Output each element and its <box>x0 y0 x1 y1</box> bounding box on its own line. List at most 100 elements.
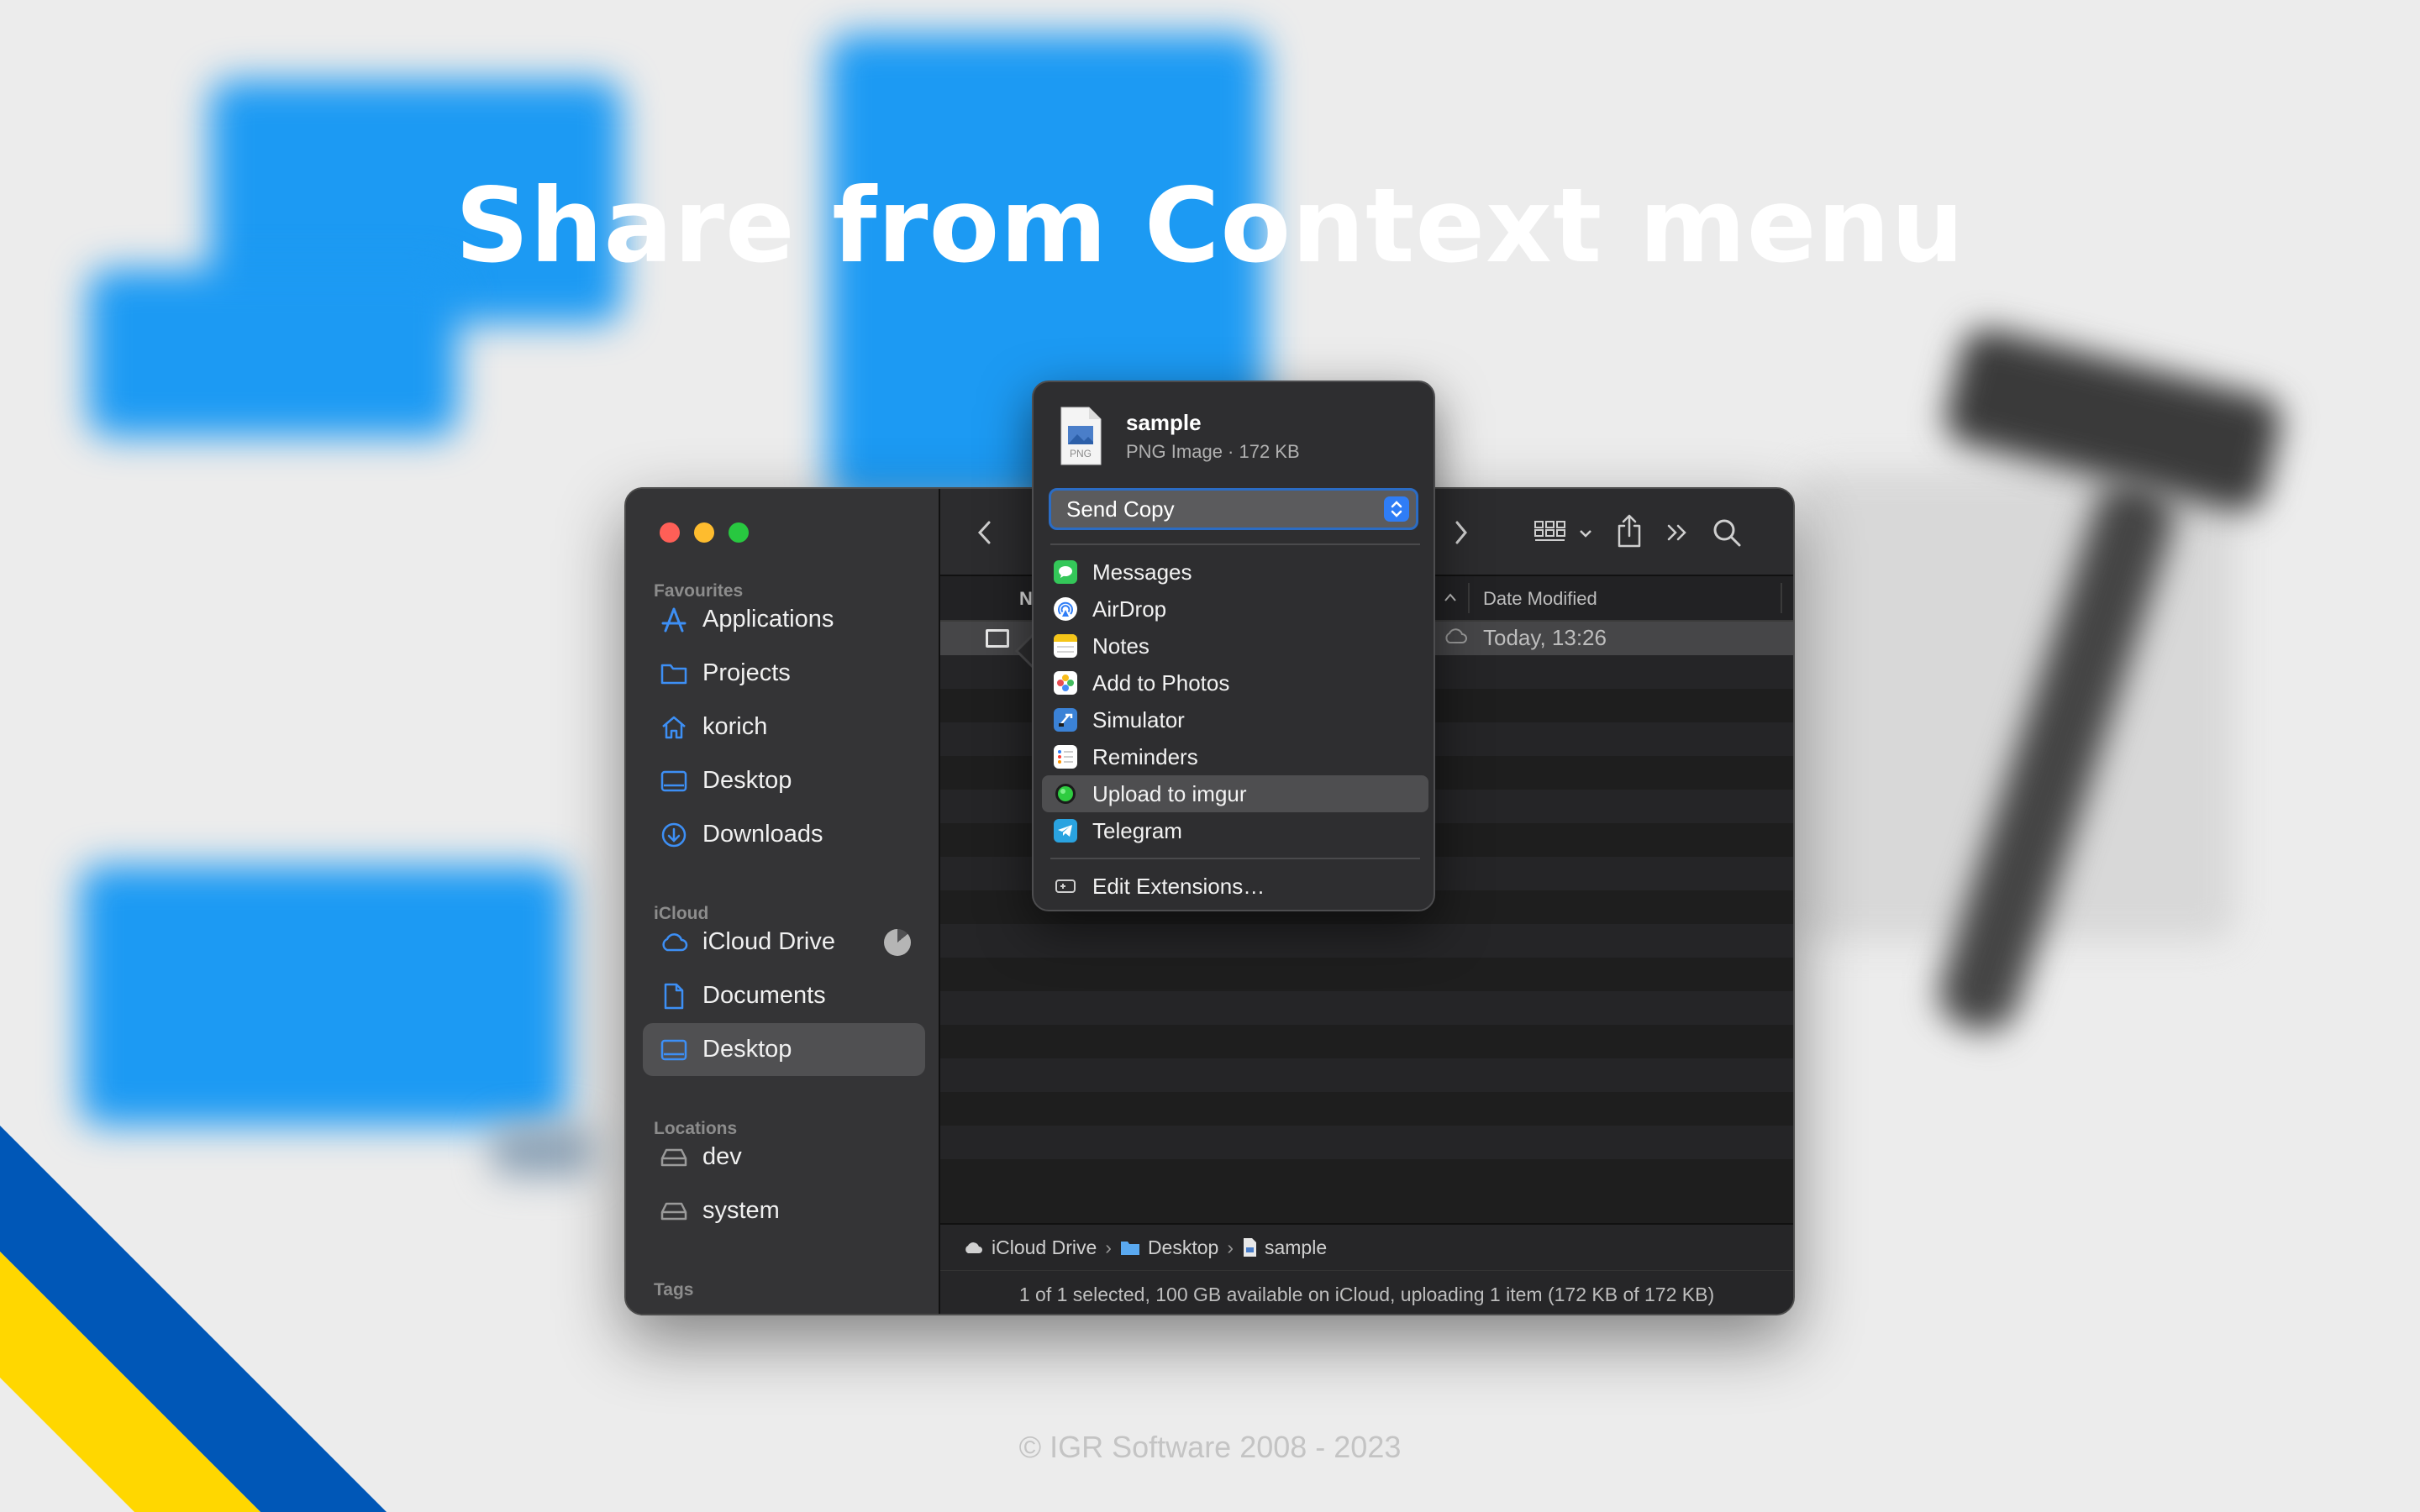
table-row <box>940 1025 1793 1058</box>
share-item-label: Telegram <box>1092 817 1182 843</box>
close-button[interactable] <box>660 522 680 543</box>
share-file-meta: PNG Image · 172 KB <box>1126 440 1300 462</box>
copyright-text: © IGR Software 2008 - 2023 <box>1018 1430 1402 1464</box>
applications-icon <box>659 605 689 635</box>
icloud-status-icon <box>1443 627 1468 649</box>
path-segment-label: Desktop <box>1147 1236 1219 1258</box>
path-segment-desktop[interactable]: Desktop <box>1120 1236 1218 1259</box>
search-icon[interactable] <box>1710 516 1744 549</box>
share-item-add-to-photos[interactable]: Add to Photos <box>1042 664 1428 701</box>
share-icon[interactable] <box>1614 512 1644 549</box>
share-item-simulator[interactable]: Simulator <box>1042 701 1428 738</box>
cloud-icon <box>659 927 689 958</box>
png-file-icon: PNG <box>1059 406 1102 466</box>
telegram-icon <box>1054 819 1077 843</box>
downloads-icon <box>659 820 689 850</box>
window-controls <box>660 522 749 543</box>
sidebar-item-label: Desktop <box>702 1036 792 1063</box>
view-mode-icon[interactable] <box>1534 517 1597 548</box>
sidebar-item-applications[interactable]: Applications <box>643 593 925 646</box>
path-chevron: › <box>1105 1236 1112 1258</box>
select-stepper-icon <box>1384 496 1409 522</box>
sync-progress-icon <box>884 928 911 956</box>
file-date-modified: Today, 13:26 <box>1483 625 1607 650</box>
share-item-label: Upload to imgur <box>1092 780 1247 806</box>
share-item-reminders[interactable]: Reminders <box>1042 738 1428 775</box>
menu-divider <box>1050 858 1420 859</box>
share-file-text: sample PNG Image · 172 KB <box>1126 410 1300 463</box>
path-segment-label: sample <box>1264 1236 1328 1258</box>
edit-extensions-item[interactable]: Edit Extensions… <box>1042 868 1428 905</box>
sidebar-item-label: Applications <box>702 606 834 633</box>
sidebar-item-label: iCloud Drive <box>702 928 835 955</box>
share-item-label: Reminders <box>1092 743 1198 769</box>
share-item-label: Messages <box>1092 559 1192 585</box>
path-segment-sample[interactable]: sample <box>1242 1236 1327 1259</box>
column-divider <box>1468 583 1470 613</box>
table-row <box>940 991 1793 1025</box>
share-item-telegram[interactable]: Telegram <box>1042 812 1428 849</box>
share-file-name: sample <box>1126 409 1202 435</box>
sidebar-item-label: Projects <box>702 659 791 686</box>
send-mode-value: Send Copy <box>1066 496 1175 522</box>
share-item-label: Simulator <box>1092 706 1185 732</box>
table-row <box>940 958 1793 991</box>
sidebar-item-label: system <box>702 1197 780 1224</box>
airdrop-icon <box>1054 597 1077 621</box>
share-item-upload-to-imgur[interactable]: Upload to imgur <box>1042 775 1428 812</box>
image-file-icon <box>1243 1238 1256 1257</box>
more-toolbar-icon[interactable] <box>1665 517 1691 548</box>
share-item-airdrop[interactable]: AirDrop <box>1042 591 1428 627</box>
send-mode-select[interactable]: Send Copy <box>1049 488 1418 530</box>
sidebar-item-label: dev <box>702 1143 742 1170</box>
share-item-messages[interactable]: Messages <box>1042 554 1428 591</box>
share-file-info: PNG sample PNG Image · 172 KB <box>1059 406 1300 466</box>
sidebar-item-label: korich <box>702 713 768 740</box>
sort-chevron-icon <box>1443 586 1458 608</box>
table-row <box>940 1058 1793 1092</box>
png-badge: PNG <box>1069 448 1092 459</box>
zoom-button[interactable] <box>729 522 749 543</box>
share-item-notes[interactable]: Notes <box>1042 627 1428 664</box>
column-date-modified-header[interactable]: Date Modified <box>1483 588 1597 610</box>
drive-icon <box>659 1142 689 1173</box>
sidebar-item-label: Downloads <box>702 821 823 848</box>
reminders-icon <box>1054 745 1077 769</box>
sidebar-item-system[interactable]: system <box>643 1184 925 1237</box>
sidebar: Favourites Applications Projects korich … <box>626 489 940 1314</box>
forward-icon[interactable] <box>1453 517 1470 548</box>
sidebar-item-label: Documents <box>702 982 826 1009</box>
table-row <box>940 1092 1793 1126</box>
sidebar-item-downloads[interactable]: Downloads <box>643 808 925 861</box>
sidebar-item-icloud-drive[interactable]: iCloud Drive <box>643 916 925 969</box>
page-headline: Share from Context menu <box>455 166 1965 286</box>
status-bar: 1 of 1 selected, 100 GB available on iCl… <box>940 1270 1793 1314</box>
sidebar-item-label: Desktop <box>702 767 792 794</box>
sidebar-item-projects[interactable]: Projects <box>643 647 925 700</box>
messages-icon <box>1054 560 1077 584</box>
column-name-header[interactable]: N <box>1019 588 1033 610</box>
table-row <box>940 1159 1793 1184</box>
column-divider <box>1781 583 1782 613</box>
simulator-icon <box>1054 708 1077 732</box>
sidebar-item-documents[interactable]: Documents <box>643 969 925 1022</box>
imgur-icon <box>1054 782 1077 806</box>
path-bar: iCloud Drive › Desktop › sample <box>940 1223 1793 1270</box>
cloud-icon <box>965 1242 982 1253</box>
sidebar-item-icloud-desktop[interactable]: Desktop <box>643 1023 925 1076</box>
sidebar-item-desktop[interactable]: Desktop <box>643 754 925 807</box>
sidebar-section-tags: Tags <box>654 1280 694 1299</box>
share-item-label: Add to Photos <box>1092 669 1230 696</box>
desktop-icon <box>659 766 689 796</box>
path-segment-icloud-drive[interactable]: iCloud Drive <box>962 1236 1097 1259</box>
file-thumbnail-icon <box>986 629 1009 648</box>
sidebar-item-korich[interactable]: korich <box>643 701 925 753</box>
back-icon[interactable] <box>972 517 997 548</box>
folder-icon <box>659 659 689 689</box>
sidebar-item-dev[interactable]: dev <box>643 1131 925 1184</box>
notes-icon <box>1054 634 1077 658</box>
share-item-label: AirDrop <box>1092 596 1167 622</box>
minimize-button[interactable] <box>694 522 714 543</box>
share-menu: PNG sample PNG Image · 172 KB Send Copy … <box>1032 381 1435 911</box>
share-item-label: Notes <box>1092 633 1150 659</box>
